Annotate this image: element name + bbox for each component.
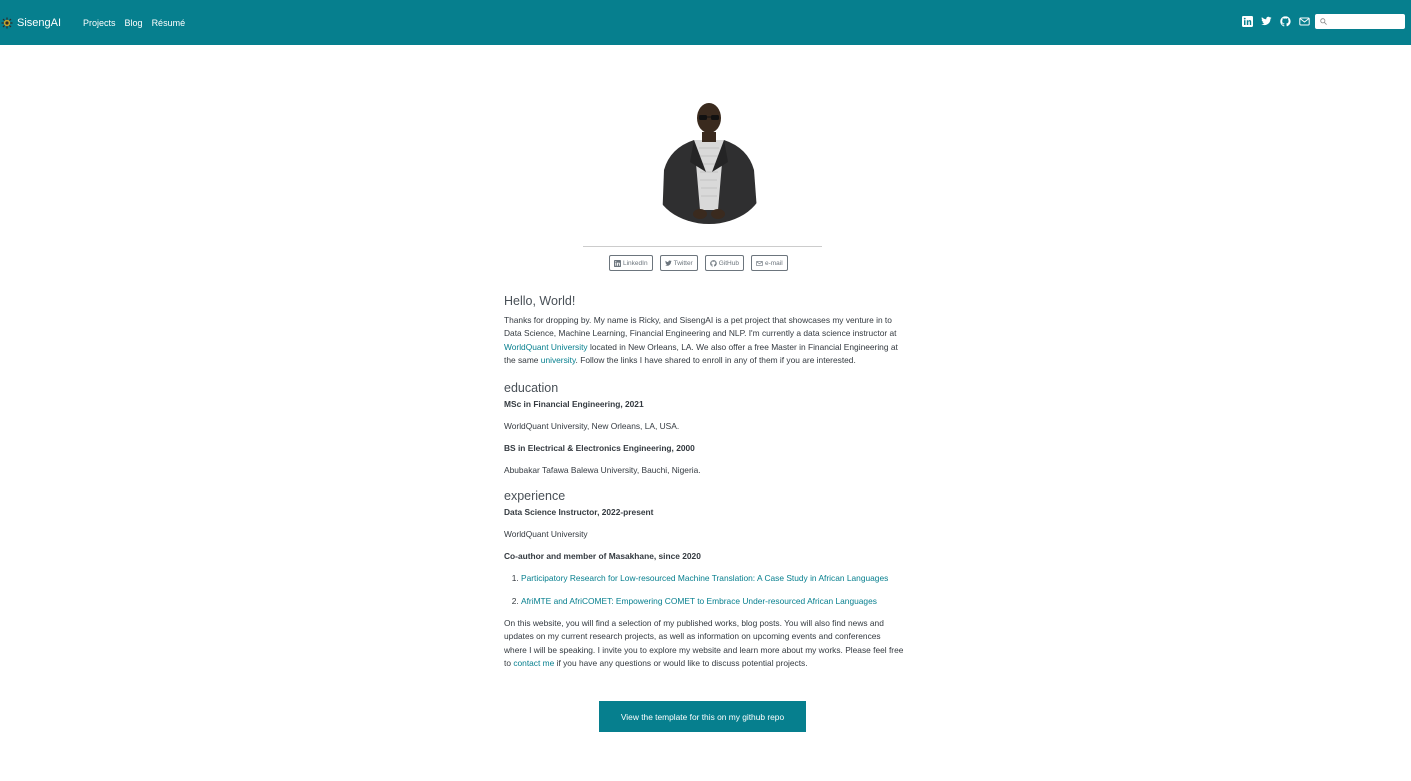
search-icon bbox=[1320, 18, 1327, 25]
linkedin-icon bbox=[614, 259, 621, 267]
divider bbox=[583, 246, 822, 247]
nav-links: Projects Blog Résumé bbox=[83, 18, 194, 28]
intro-paragraph: Thanks for dropping by. My name is Ricky… bbox=[504, 314, 904, 367]
nav-right bbox=[1242, 14, 1405, 29]
education-degree: MSc in Financial Engineering, 2021 bbox=[504, 399, 644, 410]
experience-role: Data Science Instructor, 2022-present bbox=[504, 507, 654, 518]
twitter-icon bbox=[664, 259, 672, 266]
github-icon bbox=[709, 259, 717, 267]
search-input[interactable] bbox=[1330, 15, 1400, 28]
outro-text-2: if you have any questions or would like … bbox=[554, 658, 808, 669]
email-label: e-mail bbox=[764, 259, 783, 267]
education-institution: WorldQuant University, New Orleans, LA, … bbox=[504, 421, 680, 432]
email-button[interactable]: e-mail bbox=[750, 255, 788, 271]
list-item: AfriMTE and AfriCOMET: Empowering COMET … bbox=[521, 596, 904, 606]
main-content: Hello, World! Thanks for dropping by. My… bbox=[504, 292, 904, 670]
github-label: GitHub bbox=[718, 259, 739, 267]
experience-org: WorldQuant University bbox=[504, 529, 588, 540]
avatar bbox=[662, 103, 758, 224]
education-degree: BS in Electrical & Electronics Engineeri… bbox=[504, 443, 695, 454]
list-item: Participatory Research for Low-resourced… bbox=[521, 573, 904, 583]
intro-text-1: Thanks for dropping by. My name is Ricky… bbox=[504, 315, 897, 339]
nav-link-resume[interactable]: Résumé bbox=[152, 18, 186, 28]
linkedin-label: LinkedIn bbox=[623, 259, 648, 267]
brand-name: SisengAI bbox=[17, 16, 62, 29]
navbar: SisengAI Projects Blog Résumé bbox=[0, 0, 1411, 45]
twitter-label: Twitter bbox=[673, 259, 693, 267]
linkedin-button[interactable]: LinkedIn bbox=[609, 255, 653, 271]
experience-heading: experience bbox=[504, 489, 566, 504]
linkedin-icon[interactable] bbox=[1242, 16, 1253, 27]
university-link[interactable]: university bbox=[541, 355, 576, 365]
twitter-button[interactable]: Twitter bbox=[659, 255, 698, 271]
brand[interactable]: SisengAI bbox=[1, 17, 61, 29]
nav-link-projects[interactable]: Projects bbox=[83, 18, 116, 28]
education-heading: education bbox=[504, 381, 559, 396]
email-icon bbox=[756, 260, 763, 266]
education-institution: Abubakar Tafawa Balewa University, Bauch… bbox=[504, 465, 701, 476]
intro-heading: Hello, World! bbox=[504, 294, 576, 308]
brand-logo-icon bbox=[1, 17, 13, 28]
worldquant-link[interactable]: WorldQuant University bbox=[504, 342, 588, 352]
social-buttons: LinkedIn Twitter GitHub e-mail bbox=[609, 255, 795, 271]
publication-link[interactable]: AfriMTE and AfriCOMET: Empowering COMET … bbox=[521, 596, 877, 606]
twitter-icon[interactable] bbox=[1261, 16, 1272, 27]
github-icon[interactable] bbox=[1280, 16, 1291, 27]
publication-link[interactable]: Participatory Research for Low-resourced… bbox=[521, 573, 888, 583]
email-icon[interactable] bbox=[1299, 16, 1310, 27]
intro-text-3: . Follow the links I have shared to enro… bbox=[575, 354, 856, 365]
nav-link-blog[interactable]: Blog bbox=[125, 18, 143, 28]
github-button[interactable]: GitHub bbox=[704, 255, 744, 271]
contact-link[interactable]: contact me bbox=[513, 658, 554, 668]
experience-role: Co-author and member of Masakhane, since… bbox=[504, 551, 701, 562]
outro-paragraph: On this website, you will find a selecti… bbox=[504, 617, 904, 670]
github-repo-button[interactable]: View the template for this on my github … bbox=[599, 701, 806, 732]
search-box bbox=[1315, 14, 1405, 29]
publication-list: Participatory Research for Low-resourced… bbox=[521, 573, 904, 606]
